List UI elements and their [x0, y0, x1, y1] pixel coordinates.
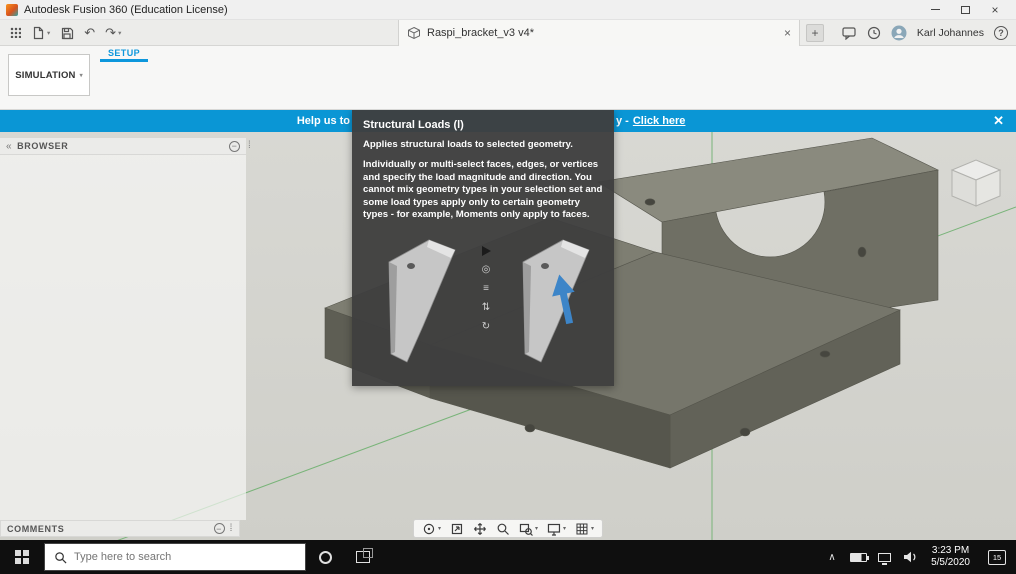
tooltip-paragraph: Applies structural loads to selected geo…	[363, 139, 573, 150]
banner-close-icon[interactable]: ✕	[993, 110, 1004, 132]
tooltip-step-icons: ◎ ≡ ⇅ ↻	[479, 245, 493, 332]
username[interactable]: Karl Johannes	[917, 27, 984, 39]
start-button[interactable]	[0, 540, 44, 574]
notification-count-badge: 15	[988, 549, 1006, 565]
window-title: Autodesk Fusion 360 (Education License)	[24, 3, 228, 16]
look-at-tool[interactable]	[450, 522, 464, 536]
titlebar: Autodesk Fusion 360 (Education License) …	[0, 0, 1016, 20]
quick-access-toolbar: ▾ ↶ ↷ ▾	[0, 25, 121, 41]
chevron-down-icon: ▾	[47, 29, 51, 37]
chevron-down-icon: ▾	[79, 72, 83, 79]
taskbar-search[interactable]	[44, 543, 306, 571]
tooltip-illustration: ◎ ≡ ⇅ ↻	[363, 230, 603, 378]
redo-button[interactable]: ↷ ▾	[105, 25, 121, 41]
cortana-button[interactable]	[306, 540, 344, 574]
arrow-right-icon	[481, 245, 491, 256]
ribbon: SIMULATION ▾ SETUP	[0, 46, 1016, 110]
search-input[interactable]	[74, 551, 274, 563]
document-tab-label: Raspi_bracket_v3 v4*	[427, 27, 535, 39]
fusion-window: Autodesk Fusion 360 (Education License) …	[0, 0, 1016, 574]
zoom-tool[interactable]	[496, 522, 510, 536]
maximize-button[interactable]	[950, 0, 980, 20]
minimize-button[interactable]	[920, 0, 950, 20]
display-settings-tool[interactable]: ▾	[547, 522, 566, 536]
clock-date: 5/5/2020	[931, 557, 970, 568]
tab-setup[interactable]: SETUP	[100, 47, 149, 62]
app-grid-icon[interactable]	[10, 27, 21, 38]
volume-icon[interactable]	[897, 540, 923, 574]
comments-title: COMMENTS	[7, 523, 65, 534]
view-cube[interactable]	[950, 159, 1002, 207]
document-tab[interactable]: Raspi_bracket_v3 v4* ×	[398, 20, 800, 46]
comments-panel: COMMENTS − ⁞	[0, 520, 240, 537]
comment-bubble-icon[interactable]	[842, 26, 857, 40]
cube-icon	[408, 26, 420, 40]
banner-text-right: y - Click here	[616, 110, 685, 132]
orbit-tool[interactable]: ▾	[422, 522, 441, 536]
panel-drag-handle[interactable]: ⁞	[230, 523, 233, 534]
grid-settings-tool[interactable]: ▾	[575, 522, 594, 536]
network-icon[interactable]	[871, 540, 897, 574]
tooltip-title: Structural Loads (l)	[363, 119, 464, 131]
banner-link[interactable]: Click here	[633, 115, 686, 127]
new-tab-button[interactable]: +	[806, 24, 824, 42]
bracket-before-image	[388, 239, 456, 363]
up-down-icon: ⇅	[481, 301, 491, 313]
pan-tool[interactable]	[473, 522, 487, 536]
workspace-selector[interactable]: SIMULATION ▾	[8, 54, 90, 96]
system-tray: ∧ 3:23 PM 5/5/2020 15	[819, 540, 1016, 574]
close-button[interactable]: ×	[980, 0, 1010, 20]
notification-center-button[interactable]: 15	[978, 540, 1016, 574]
target-circle-icon: ◎	[481, 263, 491, 275]
chevron-down-icon: ▾	[563, 526, 567, 532]
ribbon-tabs: SETUP	[100, 46, 149, 62]
avatar[interactable]	[891, 25, 907, 41]
chevron-down-icon: ▾	[118, 29, 122, 37]
tray-expand-icon[interactable]: ∧	[819, 540, 845, 574]
workspace-label: SIMULATION	[15, 69, 76, 81]
file-menu-icon[interactable]: ▾	[31, 26, 50, 40]
clock-time: 3:23 PM	[931, 544, 970, 556]
minimize-panel-icon[interactable]: −	[229, 140, 240, 152]
search-icon	[55, 551, 67, 563]
rotate-arrow-icon: ↻	[481, 320, 491, 332]
browser-title: BROWSER	[17, 141, 69, 151]
menu-lines-icon: ≡	[483, 282, 489, 294]
windows-logo-icon	[15, 550, 29, 564]
browser-header: « BROWSER −	[0, 138, 246, 155]
battery-icon[interactable]	[845, 540, 871, 574]
chevron-down-icon: ▾	[437, 526, 441, 532]
view-navigation-toolbar: ▾ ▾ ▾ ▾	[412, 519, 604, 538]
application-toolbar: ▾ ↶ ↷ ▾ Raspi_bracket_v3 v4* × + Karl Joh…	[0, 20, 1016, 46]
job-status-icon[interactable]	[867, 26, 881, 40]
help-icon[interactable]: ?	[994, 25, 1008, 40]
banner-text-left: Help us to	[296, 115, 350, 127]
structural-loads-tooltip: Structural Loads (l) Applies structural …	[352, 110, 614, 386]
banner-text-fragment: y -	[616, 115, 629, 127]
panel-drag-handle[interactable]: ⁞	[248, 140, 251, 151]
fusion-logo-icon	[6, 3, 18, 16]
cortana-icon	[318, 550, 332, 564]
undo-button[interactable]: ↶	[84, 25, 95, 41]
chevron-down-icon: ▾	[534, 526, 538, 532]
bracket-after-image	[522, 239, 590, 363]
windows-taskbar: ∧ 3:23 PM 5/5/2020 15	[0, 540, 1016, 574]
tooltip-paragraph: Individually or multi-select faces, edge…	[363, 159, 603, 221]
user-area: Karl Johannes ?	[842, 25, 1016, 41]
task-view-icon	[356, 548, 373, 563]
taskbar-clock[interactable]: 3:23 PM 5/5/2020	[923, 545, 978, 570]
tab-close-icon[interactable]: ×	[784, 26, 791, 40]
save-button[interactable]	[60, 26, 74, 40]
minimize-panel-icon[interactable]: −	[213, 523, 225, 534]
zoom-window-tool[interactable]: ▾	[519, 522, 538, 536]
window-controls: ×	[920, 0, 1010, 20]
task-view-button[interactable]	[344, 540, 382, 574]
browser-tree	[0, 155, 246, 158]
collapse-panel-icon[interactable]: «	[6, 141, 12, 152]
browser-panel: « BROWSER −	[0, 138, 246, 520]
chevron-down-icon: ▾	[591, 526, 595, 532]
